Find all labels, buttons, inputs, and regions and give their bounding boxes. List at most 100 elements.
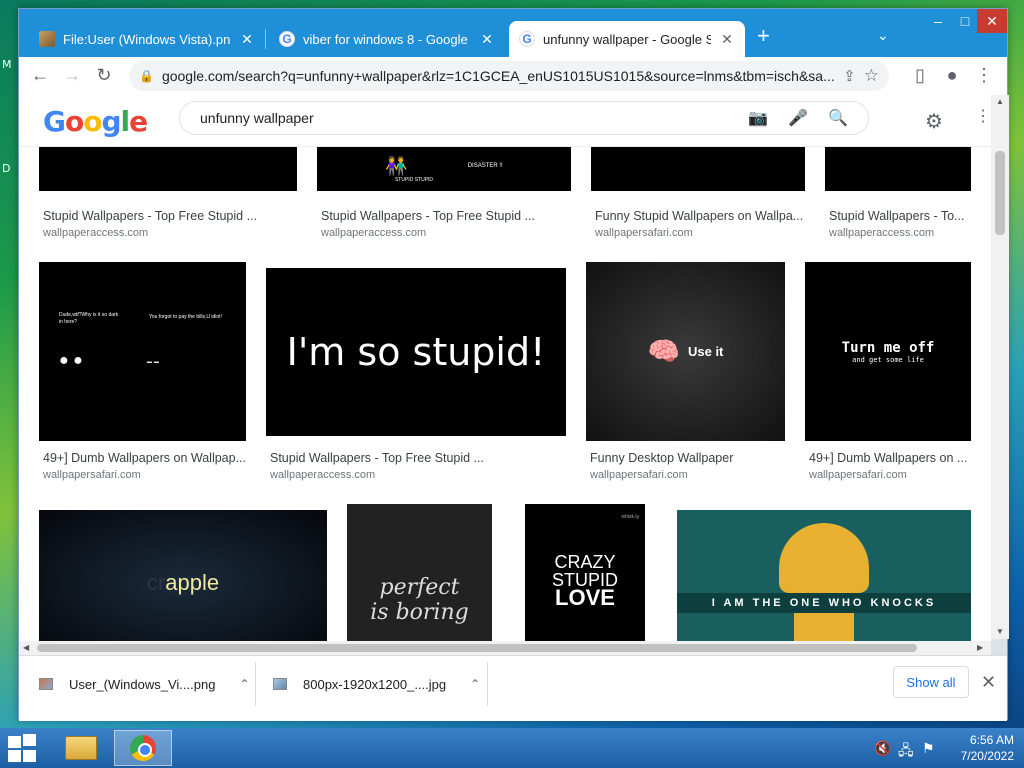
- chevron-up-icon[interactable]: ⌃: [239, 677, 249, 691]
- desktop-icon-label: M: [2, 58, 12, 71]
- result-source: wallpapersafari.com: [590, 469, 688, 481]
- scroll-right-icon[interactable]: ▶: [977, 643, 983, 652]
- result-image[interactable]: 🧠 Use it: [586, 262, 785, 441]
- result-title[interactable]: Funny Desktop Wallpaper: [590, 451, 785, 465]
- share-icon[interactable]: ⇪: [843, 67, 856, 85]
- action-center-flag-icon[interactable]: ⚑: [922, 740, 935, 757]
- close-tab-icon[interactable]: ✕: [239, 31, 255, 48]
- new-tab-button[interactable]: +: [757, 23, 770, 49]
- vertical-scrollbar[interactable]: ▲ ▼: [991, 95, 1009, 639]
- bookmark-star-icon[interactable]: ☆: [864, 66, 879, 86]
- result-title[interactable]: 49+] Dumb Wallpapers on Wallpap...: [43, 451, 245, 465]
- file-explorer-taskbar-button[interactable]: [52, 730, 110, 766]
- show-all-downloads-button[interactable]: Show all: [893, 666, 969, 698]
- close-tab-icon[interactable]: ✕: [719, 31, 735, 48]
- result-title[interactable]: 49+] Dumb Wallpapers on ...: [809, 451, 971, 465]
- result-image[interactable]: Dude,wtf?Why is it so dark in here? You …: [39, 262, 246, 441]
- address-bar[interactable]: 🔒 google.com/search?q=unfunny+wallpaper&…: [129, 61, 889, 91]
- result-image[interactable]: [39, 147, 297, 191]
- mic-icon[interactable]: 🎤: [784, 108, 812, 128]
- horizontal-scrollbar[interactable]: ◀ ▶: [19, 641, 991, 655]
- minimize-button[interactable]: –: [923, 9, 953, 33]
- divider: [487, 662, 488, 706]
- reload-icon[interactable]: ↻: [93, 65, 115, 86]
- result-image[interactable]: [591, 147, 805, 191]
- tab-title: unfunny wallpaper - Google Searc: [543, 31, 711, 47]
- result-source: wallpaperaccess.com: [270, 469, 376, 481]
- result-title[interactable]: Stupid Wallpapers - To...: [829, 209, 971, 223]
- tab-strip: File:User (Windows Vista).png - W ✕ G vi…: [19, 9, 1007, 57]
- system-clock[interactable]: 6:56 AM 7/20/2022: [950, 732, 1014, 764]
- download-item[interactable]: User_(Windows_Vi....png ⌃: [39, 668, 250, 700]
- tab-unfunny-wallpaper[interactable]: G unfunny wallpaper - Google Searc ✕: [509, 21, 745, 57]
- browser-menu-icon[interactable]: ⋮: [973, 65, 995, 86]
- result-source: wallpaperaccess.com: [321, 227, 427, 239]
- result-title[interactable]: Stupid Wallpapers - Top Free Stupid ...: [321, 209, 571, 223]
- tab-user-vista[interactable]: File:User (Windows Vista).png - W ✕: [29, 21, 265, 57]
- google-logo[interactable]: Google: [43, 105, 148, 138]
- download-filename: User_(Windows_Vi....png: [69, 676, 216, 692]
- result-source: wallpaperaccess.com: [43, 227, 149, 239]
- forward-icon[interactable]: →: [61, 65, 83, 86]
- desktop-icon-label: D: [2, 162, 11, 175]
- google-favicon-icon: G: [279, 31, 295, 47]
- image-favicon-icon: [39, 31, 55, 47]
- close-tab-icon[interactable]: ✕: [479, 31, 495, 48]
- close-window-button[interactable]: ✕: [977, 9, 1007, 33]
- back-icon[interactable]: ←: [29, 65, 51, 86]
- close-download-shelf-icon[interactable]: ✕: [981, 672, 996, 693]
- result-image[interactable]: Turn me off and get some life: [805, 262, 971, 441]
- chrome-taskbar-button[interactable]: [114, 730, 172, 766]
- bald-man-illustration: [779, 522, 869, 593]
- png-file-icon: [39, 678, 53, 690]
- result-image[interactable]: crapple: [39, 510, 327, 655]
- clock-time: 6:56 AM: [969, 733, 1014, 747]
- result-image[interactable]: 👫 DISASTER !! STUPID STUPID: [317, 147, 571, 191]
- result-title[interactable]: Stupid Wallpapers - Top Free Stupid ...: [43, 209, 293, 223]
- windows-start-icon[interactable]: [8, 734, 38, 762]
- scroll-left-icon[interactable]: ◀: [23, 643, 29, 652]
- chevron-up-icon[interactable]: ⌃: [470, 677, 480, 691]
- result-title[interactable]: Stupid Wallpapers - Top Free Stupid ...: [270, 451, 566, 465]
- lock-icon: 🔒: [139, 69, 154, 83]
- taskbar: 🔇 🖧 ⚑ 6:56 AM 7/20/2022: [0, 728, 1024, 768]
- url-text: google.com/search?q=unfunny+wallpaper&rl…: [161, 68, 835, 84]
- browser-window: File:User (Windows Vista).png - W ✕ G vi…: [18, 8, 1009, 721]
- side-panel-icon[interactable]: ▯: [909, 65, 931, 86]
- maximize-button[interactable]: □: [953, 9, 977, 33]
- clock-date: 7/20/2022: [960, 749, 1014, 763]
- stick-figures-icon: 👫: [385, 155, 408, 176]
- scroll-up-icon[interactable]: ▲: [996, 97, 1004, 106]
- settings-gear-icon[interactable]: ⚙: [925, 109, 943, 134]
- chrome-icon: [130, 735, 156, 761]
- download-shelf: User_(Windows_Vi....png ⌃ 800px-1920x120…: [19, 655, 1007, 721]
- scroll-thumb[interactable]: [995, 151, 1005, 235]
- google-header: Google 📷 🎤 🔍 ⚙ ⋮⋮: [19, 95, 991, 147]
- browser-toolbar: ← → ↻ 🔒 google.com/search?q=unfunny+wall…: [19, 57, 1007, 95]
- scroll-down-icon[interactable]: ▼: [996, 627, 1004, 636]
- divider: [255, 662, 256, 706]
- search-input[interactable]: [200, 110, 732, 126]
- download-item[interactable]: 800px-1920x1200_....jpg ⌃: [273, 668, 480, 700]
- google-favicon-icon: G: [519, 31, 535, 47]
- camera-icon[interactable]: 📷: [744, 108, 772, 128]
- tab-search-chevron-icon[interactable]: ⌄: [877, 27, 889, 44]
- result-image[interactable]: [825, 147, 971, 191]
- result-source: wallpapersafari.com: [809, 469, 907, 481]
- tab-title: File:User (Windows Vista).png - W: [63, 31, 231, 47]
- result-image[interactable]: I AM THE ONE WHO KNOCKS: [677, 510, 971, 655]
- scroll-thumb[interactable]: [37, 644, 917, 652]
- network-icon[interactable]: 🖧: [898, 740, 914, 764]
- search-icon[interactable]: 🔍: [824, 108, 852, 128]
- result-source: wallpapersafari.com: [595, 227, 693, 239]
- google-apps-icon[interactable]: ⋮⋮: [975, 109, 991, 125]
- result-image[interactable]: whisk.ly CRAZY STUPID LOVE: [525, 504, 645, 655]
- result-image[interactable]: I'm so stupid!: [266, 268, 566, 436]
- profile-avatar-icon[interactable]: ●: [941, 65, 963, 86]
- search-results-page: Google 📷 🎤 🔍 ⚙ ⋮⋮ 👫 DISASTER !! STUPID S…: [19, 95, 991, 655]
- tab-viber[interactable]: G viber for windows 8 - Google Sear ✕: [269, 21, 505, 57]
- volume-muted-icon[interactable]: 🔇: [874, 740, 891, 757]
- result-source: wallpaperaccess.com: [829, 227, 935, 239]
- result-title[interactable]: Funny Stupid Wallpapers on Wallpa...: [595, 209, 805, 223]
- result-image[interactable]: perfect is boring: [347, 504, 492, 655]
